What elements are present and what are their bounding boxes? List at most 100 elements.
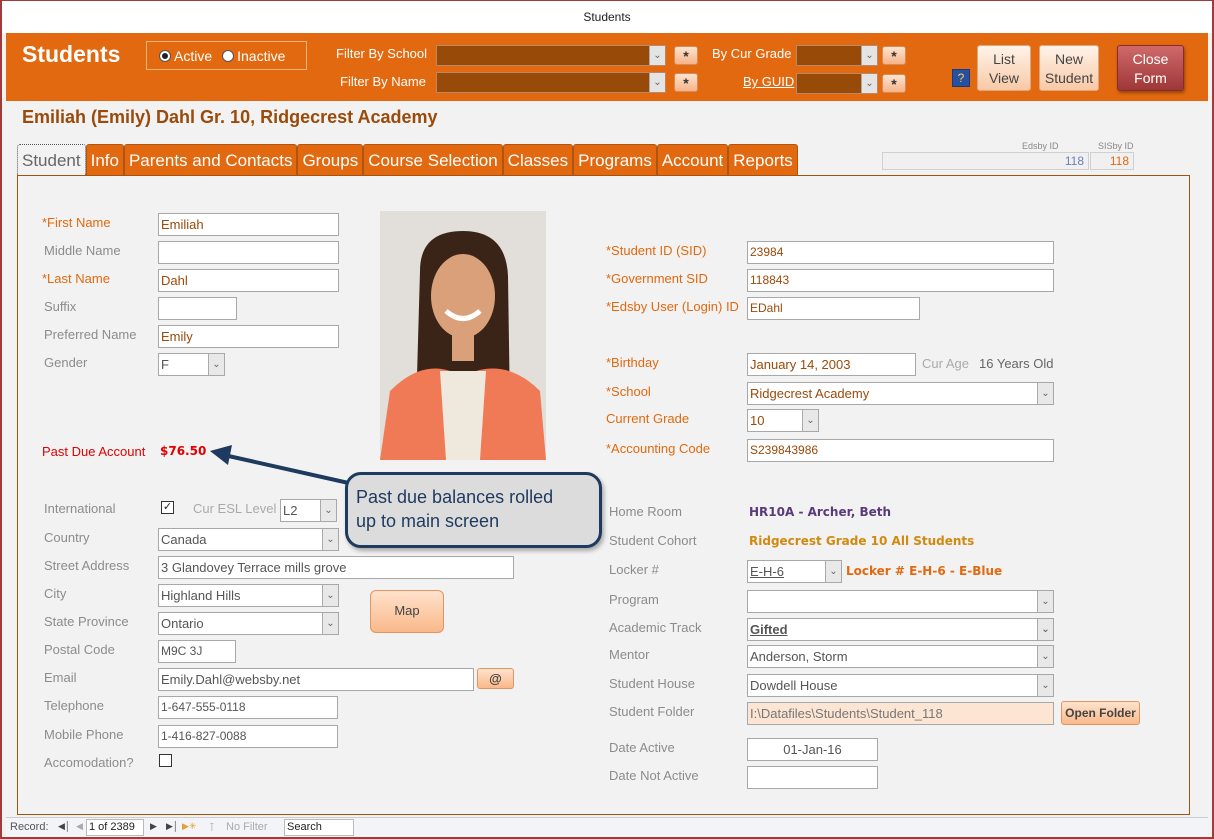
suffix-label: Suffix: [44, 299, 77, 314]
tab-course-selection[interactable]: Course Selection: [363, 144, 503, 175]
tab-programs[interactable]: Programs: [573, 144, 657, 175]
email-send-button[interactable]: @: [477, 668, 514, 689]
guid-combo[interactable]: ⌄: [796, 73, 878, 94]
country-combo[interactable]: Canada ⌄: [158, 528, 339, 551]
cur-grade-combo[interactable]: ⌄: [796, 45, 878, 66]
radio-active-label: Active: [174, 47, 213, 64]
close-form-label-2: Form: [1134, 70, 1167, 86]
chevron-down-icon[interactable]: ⌄: [649, 73, 665, 92]
guid-link[interactable]: By GUID: [743, 74, 794, 89]
student-photo-image: [380, 211, 546, 460]
past-due-value: $76.50: [160, 444, 207, 458]
current-grade-combo[interactable]: 10 ⌄: [747, 409, 819, 432]
accounting-code-field[interactable]: S239843986: [747, 439, 1054, 462]
last-name-field[interactable]: Dahl: [158, 269, 339, 292]
chevron-down-icon[interactable]: ⌄: [322, 613, 338, 634]
clear-school-filter-button[interactable]: *: [674, 46, 698, 65]
birthday-field[interactable]: January 14, 2003: [747, 353, 916, 376]
tab-reports[interactable]: Reports: [728, 144, 798, 175]
preferred-name-field[interactable]: Emily: [158, 325, 339, 348]
filter-school-combo[interactable]: ⌄: [436, 45, 666, 66]
date-not-active-field[interactable]: [747, 766, 878, 789]
edsby-login-label: *Edsby User (Login) ID: [606, 299, 739, 314]
radio-inactive-dot[interactable]: [222, 49, 235, 62]
chevron-down-icon[interactable]: ⌄: [1037, 383, 1053, 404]
street-address-field[interactable]: 3 Glandovey Terrace mills grove: [158, 556, 514, 579]
clear-name-filter-button[interactable]: *: [674, 73, 698, 92]
tab-classes[interactable]: Classes: [502, 144, 574, 175]
close-form-button[interactable]: Close Form: [1117, 45, 1184, 91]
chevron-down-icon[interactable]: ⌄: [1037, 675, 1053, 696]
tab-parents-contacts[interactable]: Parents and Contacts: [123, 144, 298, 175]
government-sid-field[interactable]: 118843: [747, 269, 1054, 292]
next-record-icon[interactable]: ▶: [150, 821, 157, 832]
date-active-field[interactable]: 01-Jan-16: [747, 738, 878, 761]
telephone-field[interactable]: 1-647-555-0118: [158, 696, 338, 719]
new-student-button[interactable]: New Student: [1039, 45, 1099, 91]
no-filter-label[interactable]: No Filter: [226, 821, 268, 833]
city-combo[interactable]: Highland Hills ⌄: [158, 584, 339, 607]
first-name-field[interactable]: Emiliah: [158, 213, 339, 236]
postal-code-field[interactable]: M9C 3J: [158, 640, 236, 663]
radio-inactive[interactable]: Inactive: [222, 48, 285, 64]
map-button[interactable]: Map: [370, 590, 444, 633]
street-address-label: Street Address: [44, 558, 130, 573]
open-folder-button[interactable]: Open Folder: [1061, 701, 1140, 725]
filter-name-combo[interactable]: ⌄: [436, 72, 666, 93]
clear-guid-filter-button[interactable]: *: [882, 74, 906, 93]
accommodation-checkbox[interactable]: [159, 754, 172, 767]
clear-grade-filter-button[interactable]: *: [882, 46, 906, 65]
chevron-down-icon[interactable]: ⌄: [320, 500, 336, 521]
chevron-down-icon[interactable]: ⌄: [861, 74, 877, 93]
student-folder-field[interactable]: I:\Datafiles\Students\Student_118: [747, 702, 1054, 725]
chevron-down-icon[interactable]: ⌄: [1037, 646, 1053, 667]
city-value: Highland Hills: [161, 588, 241, 603]
radio-active-dot[interactable]: [159, 49, 171, 62]
school-combo[interactable]: Ridgecrest Academy ⌄: [747, 382, 1054, 405]
previous-record-icon[interactable]: ◀: [76, 821, 83, 832]
mobile-phone-field[interactable]: 1-416-827-0088: [158, 725, 338, 748]
mentor-label: Mentor: [609, 647, 650, 662]
callout-arrow-line: [223, 453, 363, 488]
locker-combo[interactable]: E-H-6 ⌄: [747, 560, 842, 583]
student-id-field[interactable]: 23984: [747, 241, 1054, 264]
chevron-down-icon[interactable]: ⌄: [208, 354, 224, 375]
filter-icon[interactable]: ⊺: [209, 821, 215, 834]
esl-level-combo[interactable]: L2 ⌄: [280, 499, 337, 522]
tab-info[interactable]: Info: [85, 144, 124, 175]
chevron-down-icon[interactable]: ⌄: [322, 585, 338, 606]
last-record-icon[interactable]: ▶│: [166, 821, 179, 832]
chevron-down-icon[interactable]: ⌄: [1037, 591, 1053, 612]
suffix-field[interactable]: [158, 297, 237, 320]
chevron-down-icon[interactable]: ⌄: [825, 561, 841, 582]
mentor-combo[interactable]: Anderson, Storm ⌄: [747, 645, 1054, 668]
window-title-bar: Students: [2, 1, 1212, 33]
tab-student[interactable]: Student: [17, 144, 86, 175]
international-label: International: [44, 501, 116, 516]
email-field[interactable]: Emily.Dahl@websby.net: [158, 668, 474, 691]
chevron-down-icon[interactable]: ⌄: [861, 46, 877, 65]
first-record-icon[interactable]: ◀│: [58, 821, 71, 832]
tab-account[interactable]: Account: [656, 144, 729, 175]
program-combo[interactable]: ⌄: [747, 590, 1054, 613]
radio-active[interactable]: Active: [159, 48, 212, 64]
chevron-down-icon[interactable]: ⌄: [1037, 619, 1053, 640]
postal-code-label: Postal Code: [44, 642, 115, 657]
tab-groups[interactable]: Groups: [297, 144, 364, 175]
chevron-down-icon[interactable]: ⌄: [322, 529, 338, 550]
help-button[interactable]: ?: [952, 69, 970, 87]
search-input[interactable]: Search: [284, 819, 354, 836]
edsby-login-field[interactable]: EDahl: [747, 297, 920, 320]
chevron-down-icon[interactable]: ⌄: [649, 46, 665, 65]
list-view-button[interactable]: List View: [977, 45, 1031, 91]
record-number-field[interactable]: 1 of 2389: [86, 819, 144, 836]
academic-track-combo[interactable]: Gifted ⌄: [747, 618, 1054, 641]
state-province-combo[interactable]: Ontario ⌄: [158, 612, 339, 635]
gender-combo[interactable]: F ⌄: [158, 353, 225, 376]
middle-name-field[interactable]: [158, 241, 339, 264]
international-checkbox[interactable]: ✓: [161, 501, 174, 514]
chevron-down-icon[interactable]: ⌄: [802, 410, 818, 431]
student-id-label: *Student ID (SID): [606, 243, 707, 258]
student-house-combo[interactable]: Dowdell House ⌄: [747, 674, 1054, 697]
new-record-icon[interactable]: ▶✳: [182, 821, 196, 832]
